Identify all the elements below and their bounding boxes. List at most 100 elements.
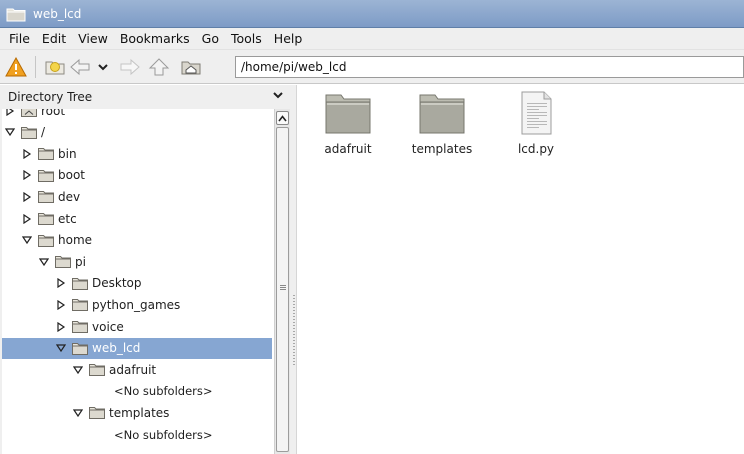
file-name: adafruit bbox=[324, 142, 372, 156]
warning-icon bbox=[5, 56, 27, 76]
home-folder-icon bbox=[21, 109, 37, 117]
folder-icon bbox=[38, 234, 54, 247]
file-item[interactable]: adafruit bbox=[300, 91, 396, 156]
scrollbar-thumb[interactable] bbox=[276, 127, 289, 452]
tree-item[interactable]: root bbox=[2, 109, 272, 121]
tree-item[interactable]: dev bbox=[2, 186, 272, 207]
menu-go[interactable]: Go bbox=[196, 31, 225, 46]
folder-icon bbox=[325, 94, 371, 134]
menu-bookmarks[interactable]: Bookmarks bbox=[114, 31, 196, 46]
file-item[interactable]: lcd.py bbox=[488, 91, 584, 156]
tree-item[interactable]: web_lcd bbox=[2, 337, 272, 359]
tree-item-label: bin bbox=[58, 146, 77, 161]
tree-item[interactable]: python_games bbox=[2, 294, 272, 315]
folder-icon bbox=[38, 148, 54, 161]
home-button[interactable] bbox=[178, 54, 204, 80]
forward-button[interactable] bbox=[116, 54, 142, 80]
tree-item[interactable]: bin bbox=[2, 143, 272, 164]
back-button[interactable] bbox=[68, 54, 94, 80]
directory-tree-panel: Directory Tree root / bin boot dev etc home pi D… bbox=[0, 85, 292, 454]
tree-item[interactable]: pi bbox=[2, 251, 272, 272]
tree-item[interactable]: adafruit bbox=[2, 359, 272, 380]
tree-item[interactable]: etc bbox=[2, 208, 272, 229]
directory-tree-header[interactable]: Directory Tree bbox=[0, 85, 292, 109]
home-icon bbox=[181, 61, 201, 74]
dropdown-chevron-icon bbox=[98, 63, 108, 70]
collapsed-triangle-icon[interactable] bbox=[5, 109, 15, 116]
tree-item[interactable]: templates bbox=[2, 402, 272, 423]
pane-splitter[interactable] bbox=[292, 85, 297, 454]
collapsed-triangle-icon[interactable] bbox=[22, 213, 32, 224]
folder-icon bbox=[72, 321, 88, 333]
tree-placeholder: <No subfolders> bbox=[2, 381, 272, 402]
path-input[interactable]: /home/pi/web_lcd bbox=[235, 56, 744, 78]
collapsed-triangle-icon[interactable] bbox=[22, 191, 32, 202]
tree-item-label: pi bbox=[75, 254, 86, 269]
toolbar-separator bbox=[35, 55, 36, 78]
file-item[interactable]: templates bbox=[394, 91, 490, 156]
tree-item[interactable]: voice bbox=[2, 316, 272, 337]
folder-icon bbox=[72, 299, 88, 312]
folder-icon bbox=[419, 94, 465, 134]
collapsed-triangle-icon[interactable] bbox=[56, 299, 66, 310]
tree-item-label: <No subfolders> bbox=[114, 427, 213, 442]
scrollbar-grip-icon bbox=[280, 285, 286, 290]
tree-item-label: Desktop bbox=[92, 276, 142, 291]
tree-item-label: templates bbox=[109, 405, 170, 420]
tree-item-label: etc bbox=[58, 211, 77, 226]
folder-icon bbox=[72, 342, 88, 355]
menu-help[interactable]: Help bbox=[268, 31, 309, 46]
folder-icon bbox=[89, 364, 105, 377]
tree-item-label: <No subfolders> bbox=[114, 384, 213, 399]
scroll-up-button[interactable] bbox=[276, 111, 289, 125]
file-name: templates bbox=[411, 142, 473, 156]
splitter-grip-icon bbox=[293, 295, 295, 365]
expanded-triangle-icon[interactable] bbox=[56, 343, 66, 353]
collapsed-triangle-icon[interactable] bbox=[56, 321, 66, 332]
history-dropdown-button[interactable] bbox=[94, 54, 112, 80]
tree-item-label: root bbox=[41, 109, 66, 118]
up-button[interactable] bbox=[146, 54, 172, 80]
expanded-triangle-icon[interactable] bbox=[22, 235, 32, 245]
tree-placeholder: <No subfolders> bbox=[2, 424, 272, 445]
tree-item[interactable]: Desktop bbox=[2, 273, 272, 294]
expanded-triangle-icon[interactable] bbox=[73, 408, 83, 418]
new-folder-icon bbox=[45, 61, 65, 74]
tree-scrollbar[interactable] bbox=[274, 109, 290, 454]
forward-icon bbox=[120, 58, 140, 75]
menu-view[interactable]: View bbox=[72, 31, 114, 46]
window-title: web_lcd bbox=[33, 6, 82, 21]
folder-icon bbox=[72, 277, 88, 290]
folder-icon bbox=[6, 8, 26, 21]
directory-tree-title: Directory Tree bbox=[8, 90, 93, 104]
menu-bar: File Edit View Bookmarks Go Tools Help bbox=[0, 28, 744, 50]
text-file-icon bbox=[521, 91, 552, 135]
folder-icon bbox=[21, 126, 37, 139]
expanded-triangle-icon[interactable] bbox=[39, 257, 49, 267]
tree-item-label: web_lcd bbox=[92, 341, 141, 356]
chevron-down-icon[interactable] bbox=[272, 90, 284, 100]
directory-tree[interactable]: root / bin boot dev etc home pi Desktop python_ga… bbox=[2, 109, 274, 454]
tree-item-label: voice bbox=[92, 319, 124, 334]
back-icon bbox=[70, 58, 90, 75]
tree-item-label: dev bbox=[58, 189, 81, 204]
menu-tools[interactable]: Tools bbox=[225, 31, 268, 46]
collapsed-triangle-icon[interactable] bbox=[56, 278, 66, 289]
warning-button[interactable] bbox=[3, 54, 29, 80]
new-folder-button[interactable] bbox=[42, 54, 68, 80]
tree-item[interactable]: / bbox=[2, 122, 272, 143]
file-name: lcd.py bbox=[517, 142, 555, 156]
tree-item-label: python_games bbox=[92, 297, 181, 312]
expanded-triangle-icon[interactable] bbox=[5, 127, 15, 137]
folder-icon bbox=[89, 407, 105, 420]
title-bar[interactable]: web_lcd bbox=[0, 0, 744, 28]
tree-item[interactable]: boot bbox=[2, 165, 272, 186]
expanded-triangle-icon[interactable] bbox=[73, 365, 83, 375]
menu-edit[interactable]: Edit bbox=[36, 31, 72, 46]
menu-file[interactable]: File bbox=[3, 31, 36, 46]
tree-item[interactable]: home bbox=[2, 230, 272, 251]
chevron-up-icon bbox=[278, 114, 287, 121]
collapsed-triangle-icon[interactable] bbox=[22, 170, 32, 181]
collapsed-triangle-icon[interactable] bbox=[22, 148, 32, 159]
file-list-view[interactable]: adafruit templates lcd.py bbox=[298, 85, 744, 454]
